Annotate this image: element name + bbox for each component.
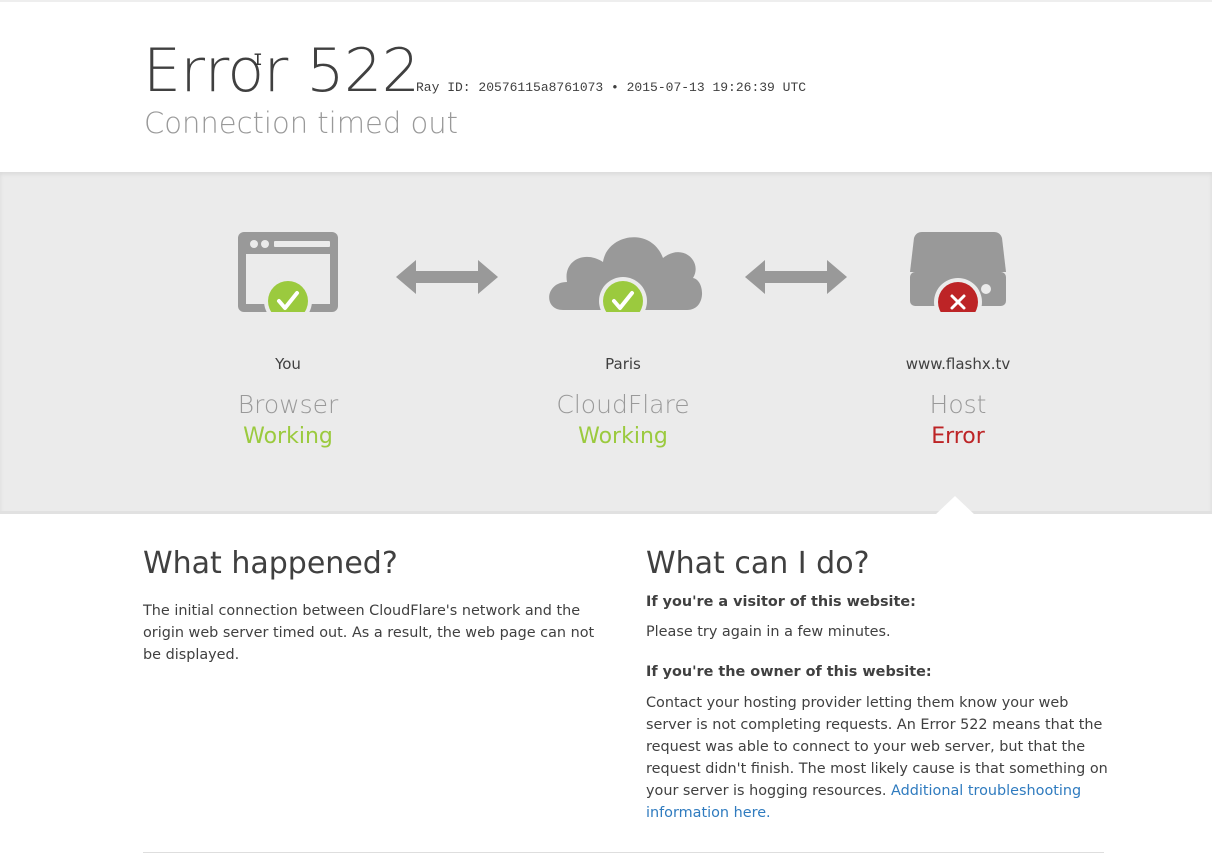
node-type: Browser: [237, 390, 339, 419]
what-can-i-do-title: What can I do?: [646, 546, 870, 581]
browser-icon: [238, 232, 338, 312]
error-pointer: [935, 496, 975, 515]
ray-id: Ray ID: 20576115a8761073 • 2015-07-13 19…: [416, 80, 807, 95]
node-location: www.flashx.tv: [905, 355, 1011, 373]
node-type: Host: [929, 390, 987, 419]
error-header: Error 522 Ray ID: 20576115a8761073 • 201…: [0, 2, 1212, 172]
double-arrow-icon: [396, 260, 498, 294]
text-cursor-icon: I: [253, 50, 263, 69]
node-location: Paris: [605, 355, 641, 373]
error-subtitle: Connection timed out: [144, 106, 458, 140]
double-arrow-icon: [745, 260, 847, 294]
server-icon: [910, 232, 1006, 312]
node-type: CloudFlare: [556, 390, 690, 419]
cloud-icon: [549, 237, 703, 312]
bottom-divider: [143, 852, 1104, 853]
node-status: Working: [243, 424, 333, 449]
owner-text-block: Contact your hosting provider letting th…: [646, 692, 1108, 824]
what-happened-text: The initial connection between CloudFlar…: [143, 603, 595, 663]
info-section: What happened? The initial connection be…: [0, 514, 1212, 866]
visitor-text: Please try again in a few minutes.: [646, 624, 891, 640]
node-location: You: [275, 355, 301, 373]
owner-heading: If you're the owner of this website:: [646, 664, 932, 680]
status-diagram: You Browser Working Paris CloudFlare Wor…: [0, 172, 1212, 515]
what-happened-title: What happened?: [143, 546, 398, 581]
error-code: Error 522: [143, 36, 420, 106]
node-status: Working: [578, 424, 668, 449]
node-status: Error: [931, 424, 985, 449]
visitor-heading: If you're a visitor of this website:: [646, 594, 916, 610]
